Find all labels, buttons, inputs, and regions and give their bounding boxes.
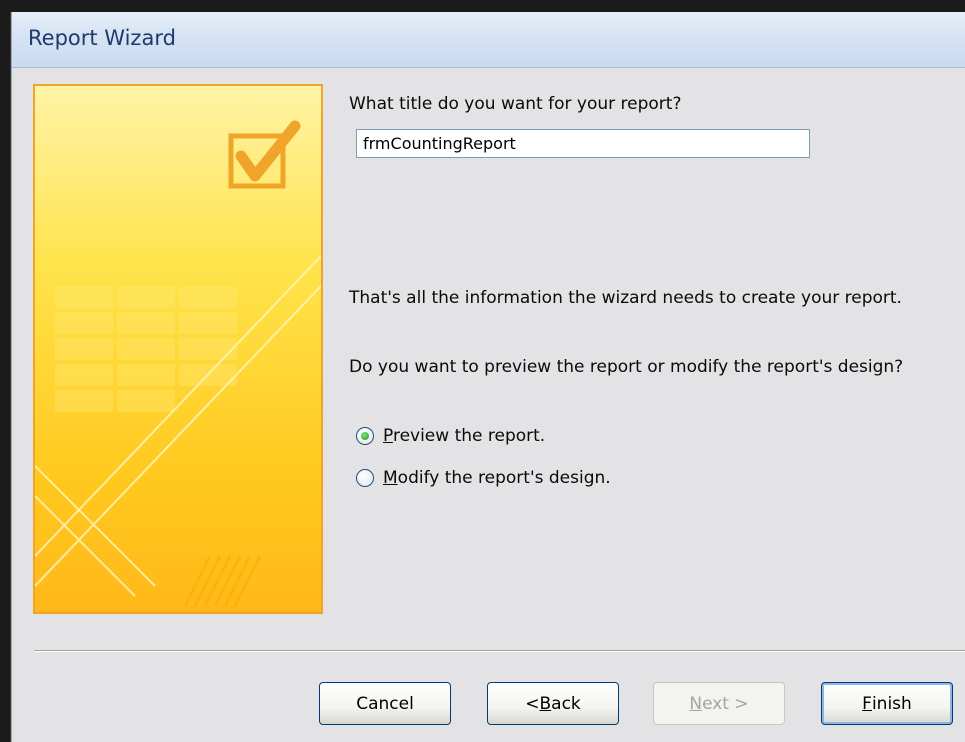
window-title: Report Wizard bbox=[28, 26, 176, 50]
back-button[interactable]: < Back bbox=[487, 682, 619, 725]
wizard-side-image bbox=[33, 84, 323, 614]
question-text: Do you want to preview the report or mod… bbox=[349, 357, 904, 377]
next-button[interactable]: Next > bbox=[653, 682, 785, 725]
title-bar[interactable]: Report Wizard bbox=[12, 12, 965, 68]
modify-design-option[interactable]: Modify the report's design. bbox=[356, 465, 611, 491]
cancel-button[interactable]: Cancel bbox=[319, 682, 451, 725]
report-wizard-window: Report Wizard What title do you want for… bbox=[11, 12, 965, 742]
info-text: That's all the information the wizard ne… bbox=[349, 288, 902, 308]
preview-report-label: Preview the report. bbox=[383, 426, 546, 446]
modify-design-label: Modify the report's design. bbox=[383, 468, 611, 488]
button-divider bbox=[34, 650, 965, 652]
preview-report-option[interactable]: Preview the report. bbox=[356, 423, 545, 449]
radio-unselected-icon[interactable] bbox=[356, 469, 374, 487]
finish-button[interactable]: Finish bbox=[821, 682, 953, 725]
report-title-input[interactable] bbox=[356, 129, 810, 158]
title-prompt-label: What title do you want for your report? bbox=[349, 94, 682, 114]
radio-selected-icon[interactable] bbox=[356, 427, 374, 445]
